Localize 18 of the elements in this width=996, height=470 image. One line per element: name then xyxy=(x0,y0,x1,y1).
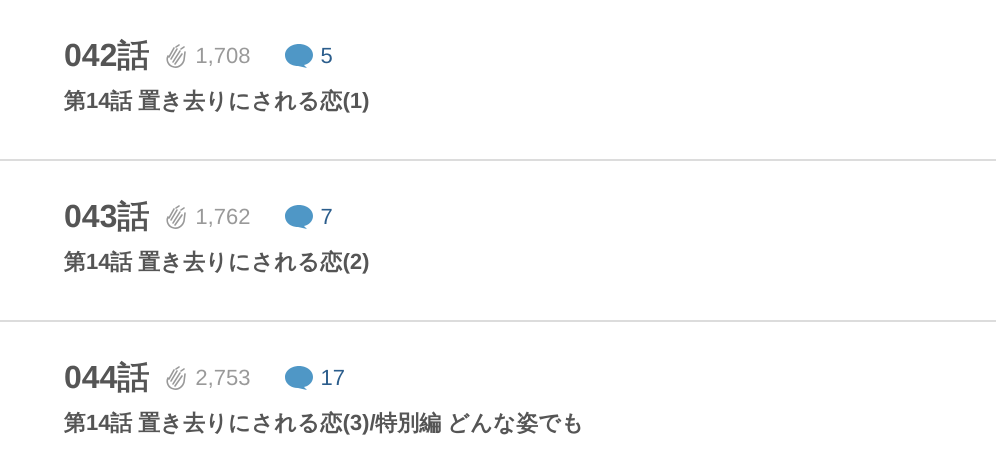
comment-count: 17 xyxy=(320,365,345,391)
comment-count: 7 xyxy=(320,204,333,230)
episode-number[interactable]: 044話 xyxy=(64,356,150,400)
clap-count: 1,708 xyxy=(195,43,250,69)
episode-title[interactable]: 第14話 置き去りにされる恋(3)/特別編 どんな姿でも xyxy=(64,408,996,438)
clap-count: 1,762 xyxy=(195,204,250,230)
clapping-hands-icon xyxy=(165,365,188,391)
comment-bubble-icon xyxy=(284,204,314,230)
episode-title[interactable]: 第14話 置き去りにされる恋(1) xyxy=(64,86,996,116)
clapping-hands-icon xyxy=(165,43,188,69)
episode-number[interactable]: 043話 xyxy=(64,195,150,239)
episode-title[interactable]: 第14話 置き去りにされる恋(2) xyxy=(64,247,996,277)
episode-number[interactable]: 042話 xyxy=(64,34,150,78)
clap-count: 2,753 xyxy=(195,365,250,391)
comment-bubble-icon xyxy=(284,43,314,69)
comment-count: 5 xyxy=(320,43,333,69)
clapping-hands-icon xyxy=(165,204,188,230)
comment-bubble-icon xyxy=(284,365,314,391)
